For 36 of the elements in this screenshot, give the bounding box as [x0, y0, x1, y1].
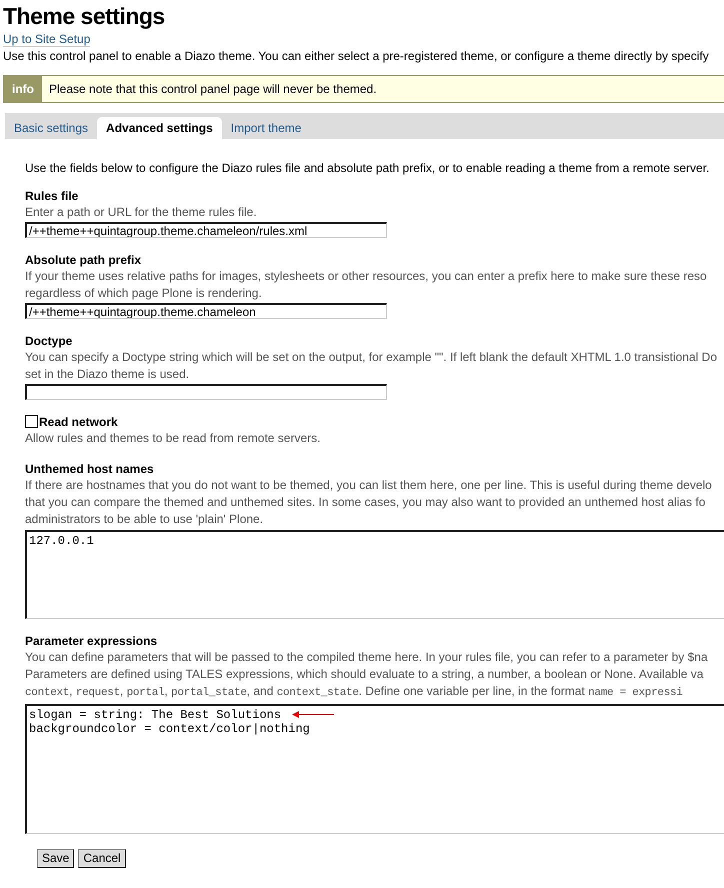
text-field[interactable] — [25, 384, 387, 400]
tab[interactable]: Import theme — [222, 117, 310, 139]
help-text: You can define parameters that will be passed to the compiled theme here. In your rules file, you can refer to a parameter by $na — [25, 649, 709, 666]
help-text: If your theme uses relative paths for images, stylesheets or other resources, you can enter a prefix here to make sure these reso — [25, 268, 708, 285]
help-text: regardless of which page Plone is rendering. — [25, 285, 263, 302]
page-title: Theme settings — [3, 2, 166, 30]
tab[interactable]: Basic settings — [5, 117, 98, 139]
help-text: Allow rules and themes to be read from remote servers. — [25, 430, 322, 447]
arrow-annotation — [292, 711, 334, 718]
help-text: set in the Diazo theme is used. — [25, 366, 190, 383]
info-label: info — [4, 76, 42, 102]
field-label: Absolute path prefix — [25, 253, 142, 268]
checkbox-label: Read network — [39, 415, 118, 429]
field-label: Doctype — [25, 334, 74, 349]
tab[interactable]: Advanced settings — [97, 117, 222, 139]
checkbox[interactable] — [25, 415, 38, 428]
help-text: context, request, portal, portal_state, and context_state. Define one variable per line, in the format name = expressi — [25, 683, 684, 701]
form-button[interactable]: Cancel — [78, 849, 126, 868]
help-text: You can specify a Doctype string which will be set on the output, for example "". If left blank the default XHTML 1.0 transistional Do — [25, 349, 718, 366]
text-field[interactable]: /++theme++quintagroup.theme.chameleon — [25, 303, 387, 319]
help-text: that you can compare the themed and unthemed sites. In some cases, you may also want to provided an unthemed host alias fo — [25, 494, 706, 511]
help-text: If there are hostnames that you do not want to be themed, you can list them here, one per line. This is useful during theme develo — [25, 477, 713, 494]
field-label: Parameter expressions — [25, 634, 158, 649]
help-text: Enter a path or URL for the theme rules file. — [25, 204, 258, 221]
back-link[interactable]: Up to Site Setup — [3, 32, 90, 47]
help-text: administrators to be able to use 'plain' Plone. — [25, 511, 264, 528]
field-label: Unthemed host names — [25, 462, 155, 477]
help-text: Parameters are defined using TALES expressions, which should evaluate to a string, a number, a boolean or None. Available va — [25, 666, 704, 683]
info-text: Please note that this control panel page will never be themed. — [48, 81, 378, 98]
intro-text: Use this control panel to enable a Diazo theme. You can either select a pre-registered theme, or configure a theme directly by specify — [3, 48, 710, 65]
text-area[interactable]: slogan = string: The Best Solutions backgroundcolor = context/color|nothing — [25, 704, 724, 834]
form-button[interactable]: Save — [37, 849, 74, 868]
text-area[interactable]: 127.0.0.1 — [25, 530, 724, 619]
panel-intro: Use the fields below to configure the Diazo rules file and absolute path prefix, or to enable reading a theme from a remote server. — [25, 160, 710, 177]
field-label: Rules file — [25, 189, 80, 204]
text-field[interactable]: /++theme++quintagroup.theme.chameleon/rules.xml — [25, 222, 387, 238]
